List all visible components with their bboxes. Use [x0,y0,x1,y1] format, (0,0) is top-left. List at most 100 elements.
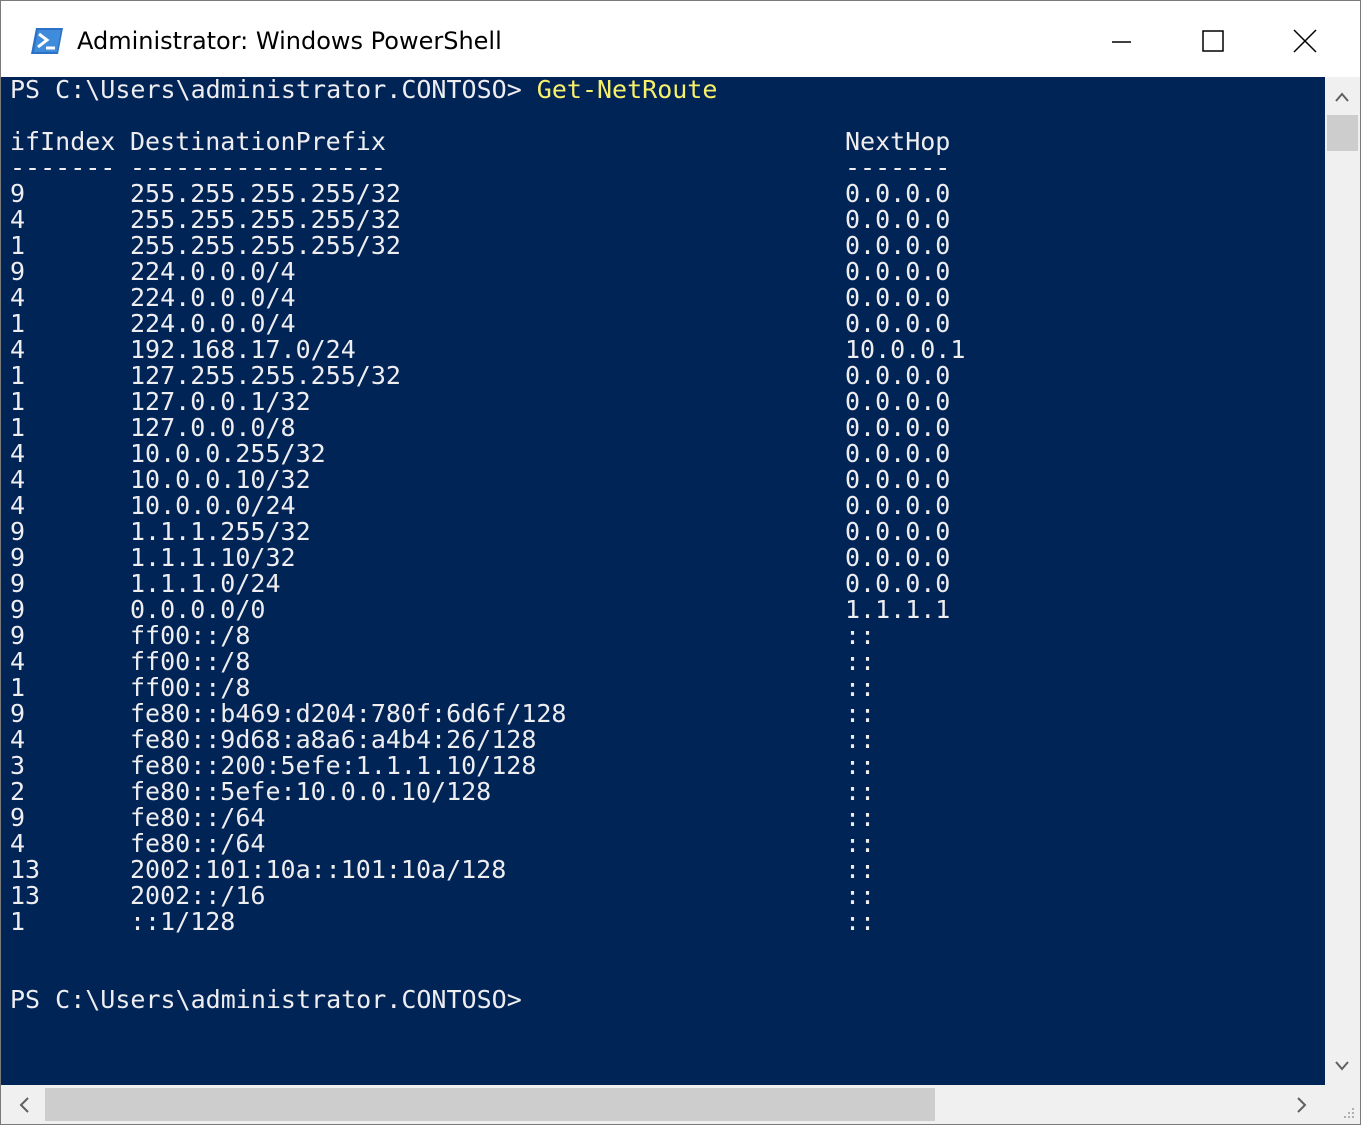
destination-cell: fe80::b469:d204:780f:6d6f/128 [130,699,567,728]
destination-cell: 127.0.0.0/8 [130,413,296,442]
destination-cell: 10.0.0.10/32 [130,465,311,494]
minimize-button[interactable] [1075,1,1167,77]
table-row: 4 10.0.0.0/24 0.0.0.0 [10,493,965,519]
scroll-down-button[interactable] [1325,1047,1360,1085]
destination-cell: 127.255.255.255/32 [130,361,401,390]
table-row: 9 255.255.255.255/32 0.0.0.0 [10,181,965,207]
nexthop-cell: :: [845,777,876,806]
table-row: 1 127.0.0.0/8 0.0.0.0 [10,415,965,441]
nexthop-cell: 0.0.0.0 [845,517,951,546]
ifindex-cell: 4 [10,335,26,364]
ifindex-cell: 1 [10,309,26,338]
table-row: 1 127.255.255.255/32 0.0.0.0 [10,363,965,389]
nexthop-cell: 0.0.0.0 [845,231,951,260]
console-output[interactable]: PS C:\Users\administrator.CONTOSO> Get-N… [1,77,1325,1085]
separator-ifindex: ------- [10,153,116,182]
ifindex-cell: 4 [10,491,26,520]
destination-cell: 192.168.17.0/24 [130,335,356,364]
title-bar[interactable]: Administrator: Windows PowerShell [1,1,1360,77]
nexthop-cell: 10.0.0.1 [845,335,966,364]
destination-cell: fe80::/64 [130,803,266,832]
prompt: PS C:\Users\administrator.CONTOSO> [10,77,537,104]
horizontal-scrollbar[interactable] [1,1085,1325,1124]
table-row: 9 0.0.0.0/0 1.1.1.1 [10,597,965,623]
table-row: 4 ff00::/8:: [10,649,965,675]
ifindex-cell: 4 [10,439,26,468]
destination-cell: fe80::9d68:a8a6:a4b4:26/128 [130,725,537,754]
separator-destination: ----------------- [130,153,386,182]
scroll-up-button[interactable] [1325,77,1360,115]
nexthop-cell: 0.0.0.0 [845,569,951,598]
ifindex-cell: 9 [10,803,26,832]
table-row: 4 fe80::9d68:a8a6:a4b4:26/128:: [10,727,965,753]
route-table: 9 255.255.255.255/32 0.0.0.0 4 255.255.255.2… [10,181,965,935]
destination-cell: ff00::/8 [130,673,251,702]
horizontal-scroll-thumb[interactable] [45,1088,935,1121]
chevron-down-icon [1335,1061,1349,1071]
ifindex-cell: 9 [10,621,26,650]
destination-cell: 127.0.0.1/32 [130,387,311,416]
nexthop-cell: :: [845,673,876,702]
maximize-icon [1202,30,1224,52]
scroll-right-button[interactable] [1281,1085,1325,1124]
nexthop-cell: 0.0.0.0 [845,491,951,520]
command-text: Get-NetRoute [536,77,718,104]
table-row: 1 224.0.0.0/4 0.0.0.0 [10,311,965,337]
table-row: 9 fe80::/64:: [10,805,965,831]
ifindex-cell: 9 [10,543,26,572]
ifindex-cell: 9 [10,569,26,598]
nexthop-cell: 0.0.0.0 [845,543,951,572]
nexthop-cell: :: [845,829,876,858]
table-row: 3 fe80::200:5efe:1.1.1.10/128:: [10,753,965,779]
nexthop-cell: 0.0.0.0 [845,257,951,286]
nexthop-cell: :: [845,881,876,910]
vertical-scrollbar[interactable] [1325,77,1360,1085]
close-icon [1293,29,1317,53]
resize-grip[interactable] [1325,1085,1360,1124]
table-row: 9 1.1.1.255/32 0.0.0.0 [10,519,965,545]
nexthop-cell: 0.0.0.0 [845,205,951,234]
scroll-left-button[interactable] [1,1085,45,1124]
ifindex-cell: 4 [10,283,26,312]
table-row: 4 192.168.17.0/24 10.0.0.1 [10,337,965,363]
destination-cell: fe80::5efe:10.0.0.10/128 [130,777,492,806]
header-destination: DestinationPrefix [130,127,386,156]
vertical-scroll-thumb[interactable] [1327,115,1358,151]
nexthop-cell: :: [845,907,876,936]
ifindex-cell: 4 [10,725,26,754]
nexthop-cell: :: [845,647,876,676]
command-line: PS C:\Users\administrator.CONTOSO> Get-N… [10,77,965,103]
chevron-right-icon [1297,1097,1307,1113]
nexthop-cell: 0.0.0.0 [845,283,951,312]
ifindex-cell: 2 [10,777,26,806]
maximize-button[interactable] [1167,1,1259,77]
nexthop-cell: :: [845,725,876,754]
nexthop-cell: 0.0.0.0 [845,439,951,468]
header-ifindex: ifIndex [10,127,116,156]
destination-cell: ff00::/8 [130,647,251,676]
nexthop-cell: 0.0.0.0 [845,465,951,494]
table-row: 13 2002::/16:: [10,883,965,909]
close-button[interactable] [1259,1,1351,77]
destination-cell: 224.0.0.0/4 [130,309,296,338]
destination-cell: fe80::200:5efe:1.1.1.10/128 [130,751,537,780]
nexthop-cell: 1.1.1.1 [845,595,951,624]
table-row: 13 2002:101:10a::101:10a/128:: [10,857,965,883]
ifindex-cell: 9 [10,699,26,728]
table-header: ifIndex DestinationPrefix NextHop [10,129,965,155]
nexthop-cell: 0.0.0.0 [845,361,951,390]
destination-cell: 0.0.0.0/0 [130,595,266,624]
ifindex-cell: 4 [10,205,26,234]
ifindex-cell: 4 [10,647,26,676]
nexthop-cell: 0.0.0.0 [845,387,951,416]
table-row: 9 1.1.1.10/32 0.0.0.0 [10,545,965,571]
final-prompt: PS C:\Users\administrator.CONTOSO> [10,985,522,1014]
destination-cell: ::1/128 [130,907,236,936]
destination-cell: 255.255.255.255/32 [130,205,401,234]
table-row: 4 224.0.0.0/4 0.0.0.0 [10,285,965,311]
powershell-icon [31,28,63,54]
destination-cell: fe80::/64 [130,829,266,858]
ifindex-cell: 9 [10,179,26,208]
ifindex-cell: 9 [10,257,26,286]
